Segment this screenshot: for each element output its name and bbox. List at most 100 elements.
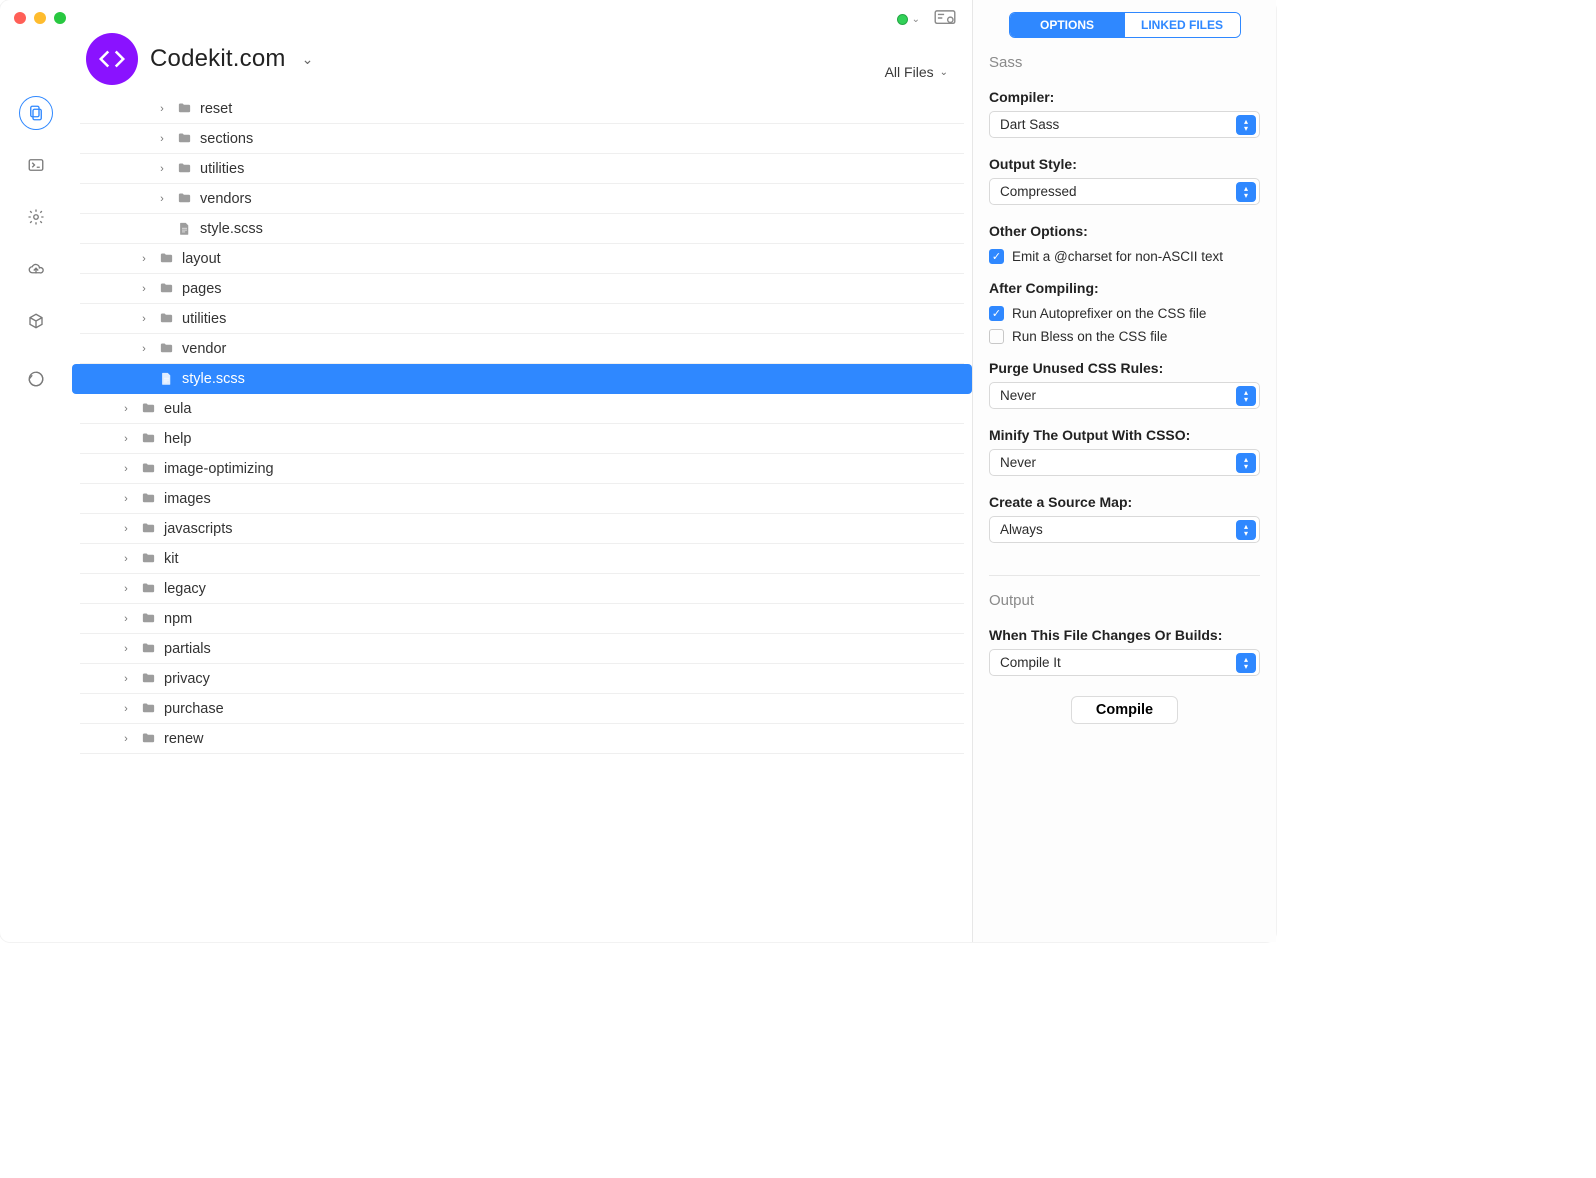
sidebar-cloud-icon[interactable] [19,252,53,286]
sidebar-history-icon[interactable] [19,362,53,396]
folder-row[interactable]: › image-optimizing [80,454,964,484]
tab-options[interactable]: OPTIONS [1010,13,1125,37]
disclosure-triangle-icon[interactable]: › [120,703,132,715]
folder-icon [138,701,158,716]
file-row[interactable]: style.scss [72,364,972,394]
compiler-select[interactable]: Dart Sass ▴▾ [989,111,1260,138]
purge-label: Purge Unused CSS Rules: [989,360,1260,376]
folder-row[interactable]: ›kit [80,544,964,574]
folder-row[interactable]: › legacy [80,574,964,604]
project-switcher[interactable]: Codekit.com ⌄ [86,33,313,85]
folder-row[interactable]: ›vendor [80,334,964,364]
checkbox-icon: ✓ [989,306,1004,321]
sourcemap-label: Create a Source Map: [989,494,1260,510]
disclosure-triangle-icon[interactable]: › [156,193,168,205]
after-compiling-label: After Compiling: [989,280,1260,296]
fullscreen-window-icon[interactable] [54,12,66,24]
disclosure-triangle-icon[interactable]: › [138,313,150,325]
disclosure-triangle-icon[interactable]: › [120,433,132,445]
folder-row[interactable]: ›eula [80,394,964,424]
folder-row[interactable]: ›npm [80,604,964,634]
folder-row[interactable]: ›renew [80,724,964,754]
when-changes-select[interactable]: Compile It ▴▾ [989,649,1260,676]
purge-value: Never [1000,388,1036,403]
updown-chevron-icon: ▴▾ [1236,520,1256,540]
file-row[interactable]: style.scss [80,214,964,244]
disclosure-triangle-icon[interactable]: › [120,403,132,415]
filter-label: All Files [885,64,934,80]
folder-row[interactable]: ›help [80,424,964,454]
folder-row[interactable]: ›layout [80,244,964,274]
file-filter-dropdown[interactable]: All Files ⌄ [885,64,948,80]
folder-icon [138,581,158,596]
disclosure-triangle-icon[interactable]: › [156,133,168,145]
folder-row[interactable]: ›pages [80,274,964,304]
sourcemap-select[interactable]: Always ▴▾ [989,516,1260,543]
updown-chevron-icon: ▴▾ [1236,115,1256,135]
disclosure-triangle-icon[interactable]: › [138,343,150,355]
disclosure-triangle-icon[interactable]: › [138,283,150,295]
folder-row[interactable]: ›vendors [80,184,964,214]
disclosure-triangle-icon[interactable]: › [120,673,132,685]
folder-icon [138,641,158,656]
disclosure-triangle-icon[interactable]: › [120,733,132,745]
sidebar-settings-icon[interactable] [19,200,53,234]
option-autoprefixer[interactable]: ✓ Run Autoprefixer on the CSS file [989,306,1260,321]
window-traffic-lights[interactable] [14,12,66,24]
disclosure-triangle-icon[interactable]: › [156,103,168,115]
folder-icon [174,101,194,116]
when-changes-value: Compile It [1000,655,1061,670]
output-style-label: Output Style: [989,156,1260,172]
purge-select[interactable]: Never ▴▾ [989,382,1260,409]
folder-icon [156,341,176,356]
disclosure-triangle-icon[interactable]: › [120,643,132,655]
row-label: style.scss [200,221,263,237]
close-window-icon[interactable] [14,12,26,24]
row-label: image-optimizing [164,461,274,477]
project-title: Codekit.com [150,45,286,73]
tab-linked-files[interactable]: LINKED FILES [1125,13,1240,37]
disclosure-triangle-icon[interactable]: › [138,253,150,265]
chevron-down-icon: ⌄ [912,14,920,25]
folder-icon [138,461,158,476]
folder-row[interactable]: ›sections [80,124,964,154]
disclosure-triangle-icon[interactable]: › [120,523,132,535]
disclosure-triangle-icon[interactable]: › [120,493,132,505]
sidebar-package-icon[interactable] [19,304,53,338]
folder-row[interactable]: ›purchase [80,694,964,724]
sidebar-files-icon[interactable] [19,96,53,130]
output-style-select[interactable]: Compressed ▴▾ [989,178,1260,205]
file-icon [174,221,194,236]
minimize-window-icon[interactable] [34,12,46,24]
server-status[interactable]: ⌄ [897,14,920,25]
folder-row[interactable]: ›utilities [80,304,964,334]
folder-row[interactable]: › reset [80,94,964,124]
option-bless[interactable]: Run Bless on the CSS file [989,329,1260,344]
folder-row[interactable]: ›partials [80,634,964,664]
row-label: images [164,491,211,507]
folder-row[interactable]: ›javascripts [80,514,964,544]
when-changes-label: When This File Changes Or Builds: [989,627,1260,643]
disclosure-triangle-icon[interactable]: › [120,553,132,565]
disclosure-triangle-icon[interactable]: › [120,463,132,475]
preview-toggle-icon[interactable] [934,10,956,29]
folder-icon [138,431,158,446]
row-label: reset [200,101,232,117]
output-style-value: Compressed [1000,184,1077,199]
compile-button[interactable]: Compile [1071,696,1178,724]
left-sidebar [0,0,72,942]
minify-select[interactable]: Never ▴▾ [989,449,1260,476]
disclosure-triangle-icon[interactable]: › [120,583,132,595]
option-charset[interactable]: ✓ Emit a @charset for non-ASCII text [989,249,1260,264]
checkbox-icon: ✓ [989,249,1004,264]
disclosure-triangle-icon[interactable]: › [156,163,168,175]
folder-row[interactable]: › images [80,484,964,514]
sidebar-terminal-icon[interactable] [19,148,53,182]
folder-row[interactable]: ›privacy [80,664,964,694]
file-icon [156,371,176,386]
app-logo-icon [86,33,138,85]
folder-row[interactable]: ›utilities [80,154,964,184]
disclosure-triangle-icon[interactable]: › [120,613,132,625]
updown-chevron-icon: ▴▾ [1236,653,1256,673]
row-label: legacy [164,581,206,597]
